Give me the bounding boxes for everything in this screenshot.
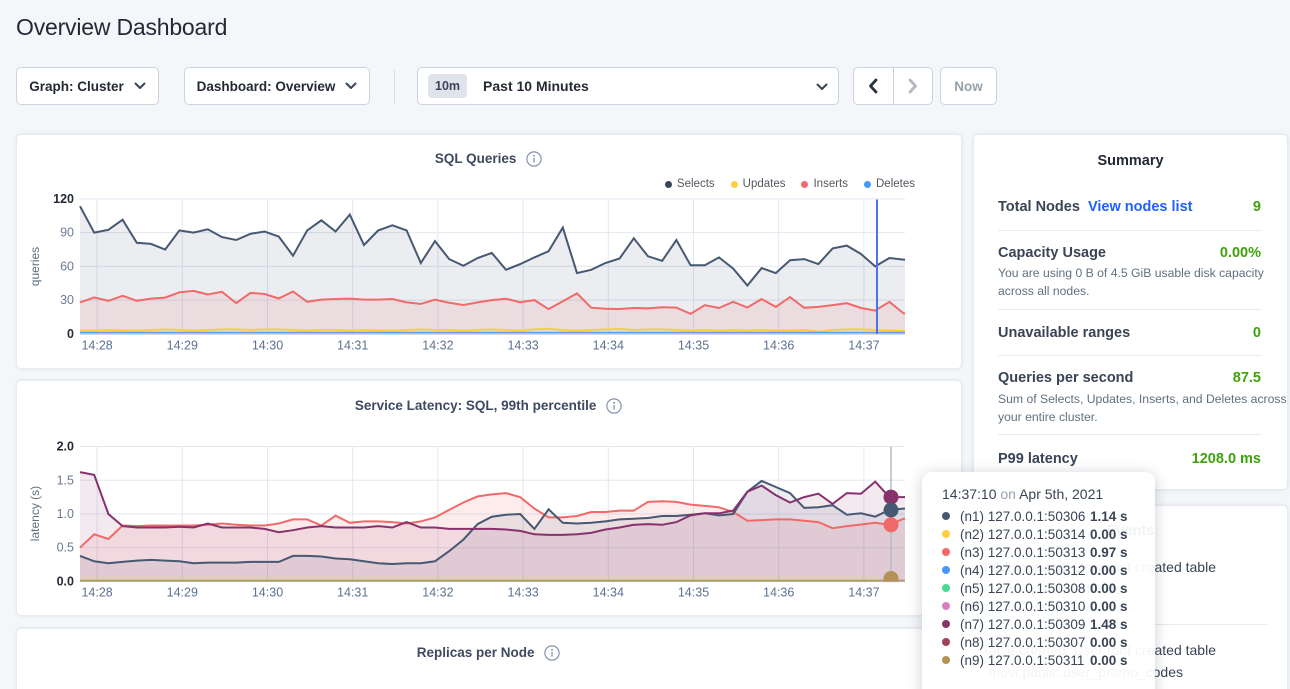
svg-text:14:33: 14:33 <box>507 338 538 352</box>
svg-text:14:32: 14:32 <box>422 338 453 352</box>
svg-text:14:33: 14:33 <box>507 585 538 599</box>
svg-text:0: 0 <box>67 326 74 340</box>
svg-text:latency (s): latency (s) <box>28 485 42 540</box>
svg-text:14:29: 14:29 <box>167 585 198 599</box>
svg-text:14:37: 14:37 <box>848 338 879 352</box>
svg-text:14:34: 14:34 <box>593 585 624 599</box>
svg-text:14:36: 14:36 <box>763 585 794 599</box>
svg-text:14:30: 14:30 <box>252 585 283 599</box>
svg-text:0.0: 0.0 <box>57 574 74 588</box>
svg-text:14:35: 14:35 <box>678 585 709 599</box>
svg-text:14:32: 14:32 <box>422 585 453 599</box>
svg-text:90: 90 <box>60 225 74 239</box>
svg-text:14:29: 14:29 <box>167 338 198 352</box>
svg-text:14:36: 14:36 <box>763 338 794 352</box>
svg-text:14:31: 14:31 <box>337 585 368 599</box>
svg-text:14:30: 14:30 <box>252 338 283 352</box>
svg-text:2.0: 2.0 <box>57 439 74 453</box>
svg-text:120: 120 <box>53 191 74 205</box>
svg-text:14:34: 14:34 <box>593 338 624 352</box>
svg-text:1.0: 1.0 <box>57 507 74 521</box>
svg-text:14:28: 14:28 <box>81 338 112 352</box>
svg-text:60: 60 <box>60 259 74 273</box>
svg-text:14:28: 14:28 <box>81 585 112 599</box>
svg-text:0.5: 0.5 <box>57 540 74 554</box>
svg-text:14:37: 14:37 <box>848 585 879 599</box>
svg-text:queries: queries <box>28 246 42 285</box>
svg-text:14:31: 14:31 <box>337 338 368 352</box>
svg-text:30: 30 <box>60 293 74 307</box>
svg-text:1.5: 1.5 <box>57 473 74 487</box>
svg-text:14:35: 14:35 <box>678 338 709 352</box>
